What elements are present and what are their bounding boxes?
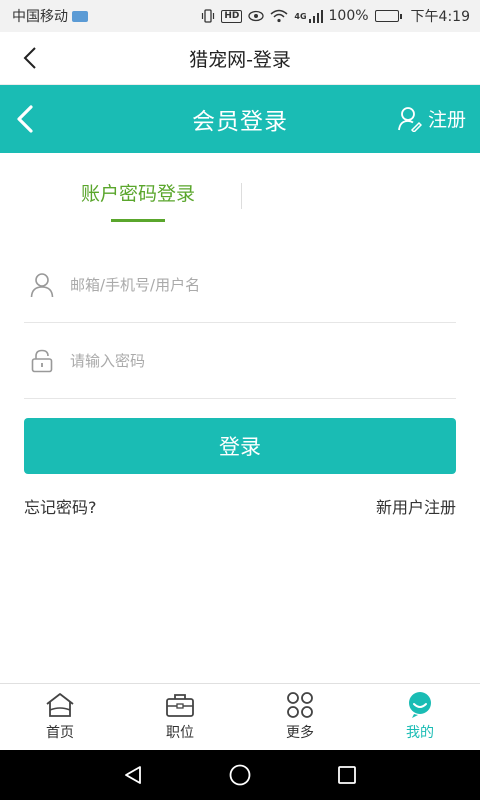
nav-item-jobs[interactable]: 职位: [120, 684, 240, 750]
notification-icon: [72, 10, 88, 22]
username-field: [24, 247, 456, 323]
new-user-register-link[interactable]: 新用户注册: [376, 494, 456, 518]
username-input[interactable]: [70, 264, 430, 305]
register-label: 注册: [427, 109, 466, 131]
register-button[interactable]: 注册: [398, 105, 466, 132]
square-recents-icon: [337, 766, 356, 784]
nav-label: 我的: [406, 725, 434, 741]
circle-home-icon: [229, 764, 251, 786]
profile-icon: [405, 691, 435, 719]
signal-icon: [308, 9, 323, 23]
password-input[interactable]: [70, 340, 430, 381]
nav-item-profile[interactable]: 我的: [360, 684, 480, 750]
back-button[interactable]: [12, 103, 38, 135]
bottom-nav: 首页 职位 更多 我的: [0, 683, 480, 750]
login-links: 忘记密码? 新用户注册: [24, 494, 456, 518]
status-left: 中国移动: [12, 6, 88, 26]
user-edit-icon: [398, 106, 422, 132]
chevron-left-icon: [17, 105, 33, 133]
system-back-button[interactable]: [113, 755, 153, 795]
home-icon: [45, 691, 75, 719]
grid-icon: [285, 691, 315, 719]
briefcase-icon: [165, 691, 195, 719]
carrier-name: 中国移动: [12, 9, 68, 25]
screen: 中国移动 HD 4G 100% 下午4:19 猎宠网-登录 会员登录 注册 账户…: [0, 0, 480, 800]
system-nav-bar: [0, 750, 480, 800]
tab-divider: [241, 183, 242, 209]
webview-title: 猎宠网-登录: [189, 48, 291, 71]
nav-label: 职位: [166, 725, 194, 741]
nav-item-more[interactable]: 更多: [240, 684, 360, 750]
battery-icon: [374, 10, 402, 22]
battery-percent: 100%: [328, 8, 369, 24]
network-type: 4G: [294, 12, 307, 21]
lock-icon: [24, 343, 60, 379]
tab-password-login[interactable]: 账户密码登录: [66, 179, 210, 206]
webview-back-button[interactable]: [18, 44, 42, 72]
webview-header: 猎宠网-登录: [0, 32, 480, 85]
page-title: 会员登录: [192, 109, 288, 135]
page-header: 会员登录 注册: [0, 85, 480, 153]
chevron-left-icon: [23, 47, 36, 69]
forgot-password-link[interactable]: 忘记密码?: [24, 494, 97, 518]
login-button[interactable]: 登录: [24, 418, 456, 474]
status-right: HD 4G 100% 下午4:19: [201, 6, 470, 26]
clock: 下午4:19: [410, 9, 470, 25]
nav-item-home[interactable]: 首页: [0, 684, 120, 750]
nav-label: 更多: [286, 725, 314, 741]
vibrate-icon: [202, 9, 215, 23]
nav-label: 首页: [46, 725, 74, 741]
user-icon: [24, 267, 60, 303]
triangle-back-icon: [125, 766, 142, 784]
system-recents-button[interactable]: [327, 755, 367, 795]
login-tabs: 账户密码登录: [0, 153, 480, 233]
hd-badge: HD: [221, 9, 243, 23]
tab-active-indicator: [111, 219, 165, 222]
status-bar: 中国移动 HD 4G 100% 下午4:19: [0, 0, 480, 32]
password-field: [24, 323, 456, 399]
system-home-button[interactable]: [220, 755, 260, 795]
eye-icon: [248, 10, 265, 22]
wifi-icon: [270, 9, 288, 23]
